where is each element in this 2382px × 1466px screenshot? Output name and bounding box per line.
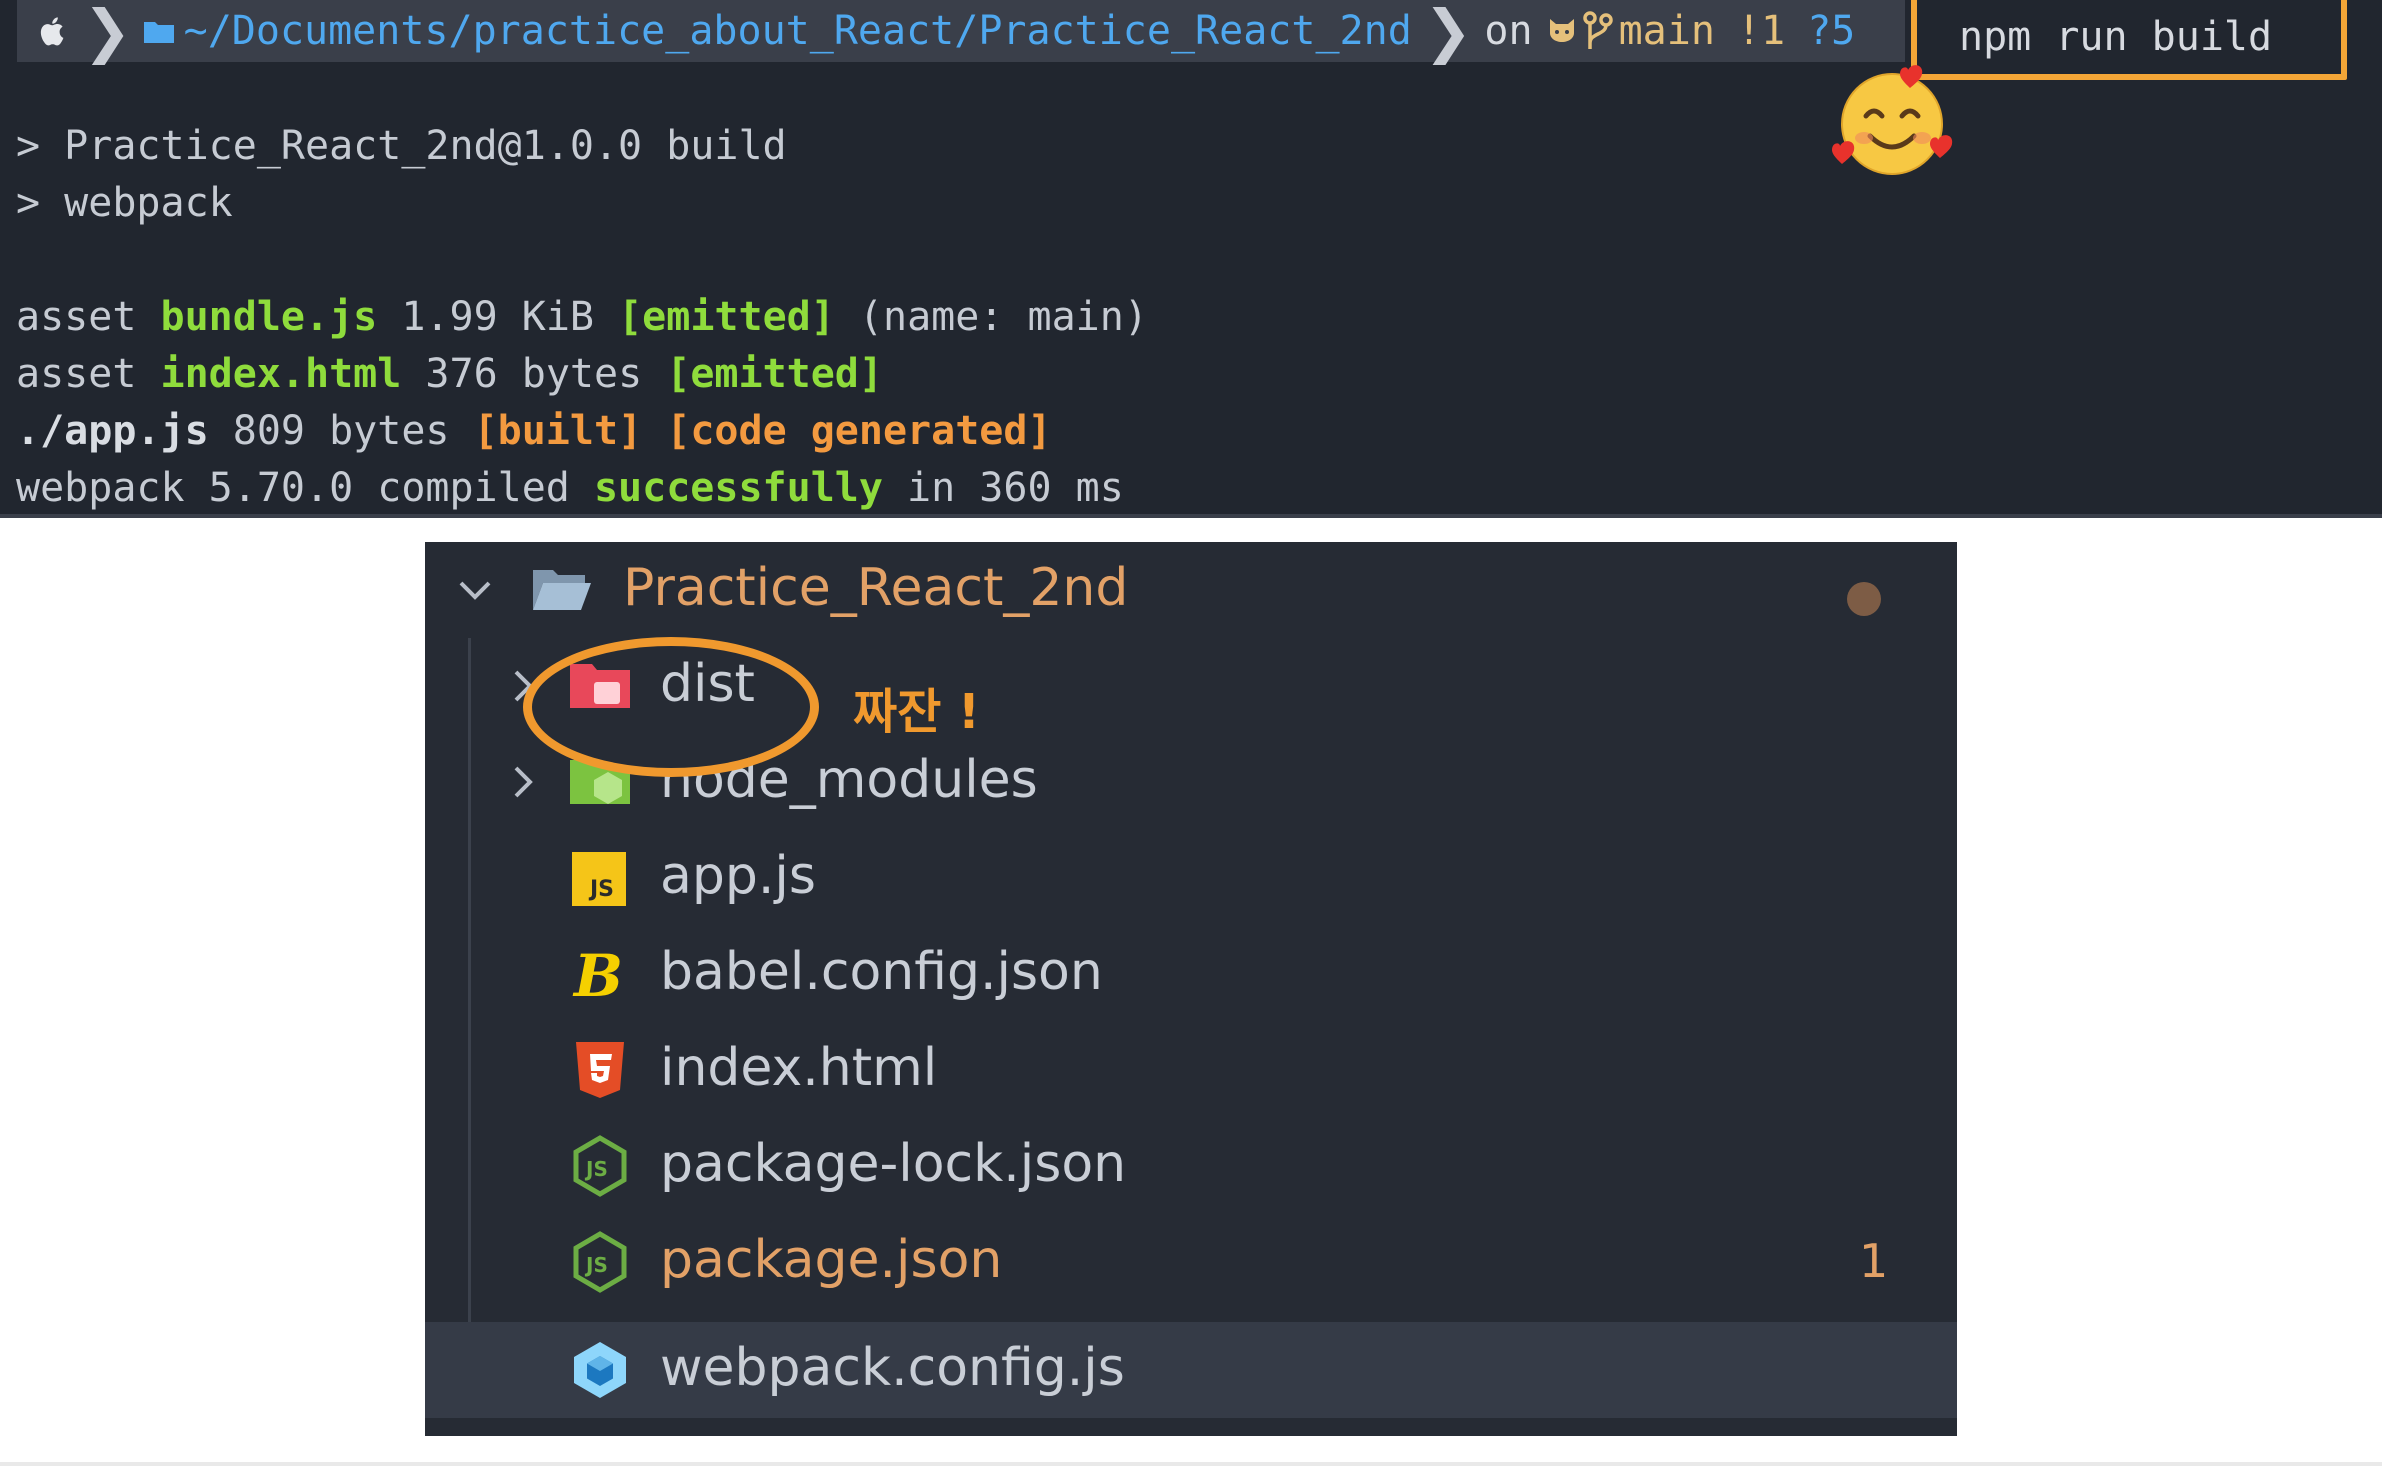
chevron-right-icon[interactable] (503, 762, 543, 802)
explorer-root-folder[interactable]: Practice_React_2nd (425, 542, 1957, 638)
folder-icon (143, 22, 174, 43)
svg-text:B: B (572, 942, 623, 1006)
terminal-window: ❯ ~/Documents/practice_about_React/Pract… (0, 0, 2382, 518)
page-bottom-divider (0, 1462, 2382, 1466)
prompt-path: ~/Documents/practice_about_React/Practic… (183, 8, 1412, 54)
output-asset-bundle: asset bundle.js 1.99 KiB [emitted] (name… (16, 289, 1148, 346)
output-asset-index: asset index.html 376 bytes [emitted] (16, 346, 883, 403)
problems-count-badge: 1 (1859, 1234, 1889, 1288)
terminal-prompt-bar: ❯ ~/Documents/practice_about_React/Pract… (17, 0, 1905, 62)
explorer-item-index-html[interactable]: index.html (425, 1022, 1957, 1118)
code-generated-tag: [code generated] (666, 408, 1052, 454)
asset-filename: bundle.js (160, 294, 378, 340)
asset-prefix: asset (16, 294, 161, 340)
chevron-down-icon[interactable] (455, 570, 495, 610)
git-branch-name: main (1618, 8, 1715, 54)
output-line-build-script: > Practice_React_2nd@1.0.0 build (16, 123, 787, 169)
nodejs-icon: JS (573, 1135, 627, 1197)
svg-text:JS: JS (588, 877, 614, 902)
module-filename: ./app.js (16, 408, 209, 454)
compiled-duration: in 360 ms (882, 465, 1124, 511)
compiled-prefix: webpack 5.70.0 compiled (16, 465, 594, 511)
command-highlight-box: npm run build (1911, 0, 2347, 80)
item-label: package.json (660, 1230, 1003, 1290)
modified-indicator-dot (1847, 582, 1881, 616)
prompt-on-text: on (1484, 8, 1533, 54)
success-text: successfully (593, 465, 883, 511)
html5-icon (576, 1042, 624, 1098)
item-label: babel.config.json (660, 942, 1103, 1002)
emitted-tag: [emitted] (618, 294, 835, 340)
annotation-text: 짜잔 ! (853, 684, 980, 740)
git-branch-icon (1582, 11, 1613, 49)
open-folder-icon (533, 570, 591, 610)
emitted-tag: [emitted] (666, 351, 883, 397)
svg-text:JS: JS (584, 1157, 608, 1181)
asset-name: (name: main) (834, 294, 1148, 340)
tag-spacer (642, 408, 666, 454)
nodejs-icon: JS (573, 1231, 627, 1293)
built-tag: [built] (473, 408, 643, 454)
module-size: 809 bytes (208, 408, 474, 454)
item-label: webpack.config.js (660, 1338, 1125, 1398)
explorer-item-package-lock[interactable]: JS package-lock.json (425, 1118, 1957, 1214)
asset-size: 1.99 KiB (377, 294, 619, 340)
svg-text:JS: JS (584, 1253, 608, 1277)
asset-size: 376 bytes (401, 351, 667, 397)
output-compiled-status: webpack 5.70.0 compiled successfully in … (16, 460, 1124, 517)
output-module-app: ./app.js 809 bytes [built] [code generat… (16, 403, 1052, 460)
explorer-item-babel-config[interactable]: B babel.config.json (425, 926, 1957, 1022)
terminal-command: npm run build (1959, 14, 2273, 60)
prompt-separator-chevron: ❯ (83, 0, 132, 65)
root-folder-label: Practice_React_2nd (623, 558, 1129, 618)
git-modified-count: !1 (1736, 8, 1786, 54)
explorer-item-package-json[interactable]: JS package.json 1 (425, 1214, 1957, 1310)
explorer-item-webpack-config[interactable]: webpack.config.js (425, 1322, 1957, 1418)
terminal-bottom-border (0, 514, 2382, 518)
highlight-circle-annotation (523, 637, 819, 777)
github-cat-icon (1549, 19, 1574, 42)
apple-icon (40, 17, 64, 46)
babel-icon: B (572, 942, 623, 1006)
asset-filename: index.html (160, 351, 402, 397)
item-label: index.html (660, 1038, 938, 1098)
explorer-item-app-js[interactable]: JS app.js (425, 830, 1957, 926)
file-explorer-panel: Practice_React_2nd dist node_modules JS … (425, 542, 1957, 1436)
javascript-file-icon: JS (572, 852, 626, 906)
asset-prefix: asset (16, 351, 161, 397)
webpack-icon (574, 1342, 626, 1398)
item-label: app.js (660, 846, 816, 906)
smiling-face-with-hearts-icon (1832, 65, 1953, 175)
prompt-separator-chevron: ❯ (1423, 0, 1473, 65)
item-label: package-lock.json (660, 1134, 1127, 1194)
git-untracked-count: ?5 (1807, 8, 1856, 54)
output-line-webpack: > webpack (16, 180, 233, 226)
